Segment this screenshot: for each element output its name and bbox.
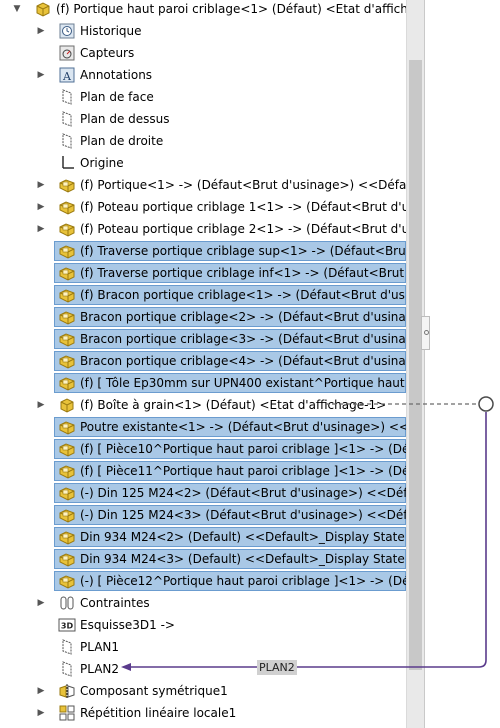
callout-overlay bbox=[121, 396, 494, 671]
callout-anchor-circle-icon[interactable] bbox=[478, 396, 494, 412]
plan2-callout-line bbox=[124, 412, 487, 668]
plan2-callout-label: PLAN2 bbox=[257, 660, 297, 675]
plan2-arrowhead-icon bbox=[121, 663, 131, 671]
